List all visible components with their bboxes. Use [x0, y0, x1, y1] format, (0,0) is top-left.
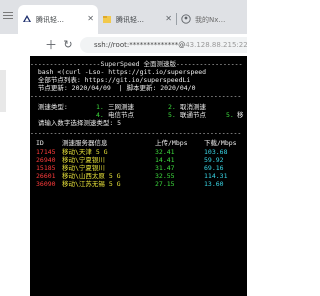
address-bar[interactable]: ssh://root:**************@43.128.88.215:…	[80, 37, 247, 53]
header-download: 下载/Mbps	[204, 139, 237, 147]
row-id: 15185	[36, 164, 56, 172]
tab-label: 我的Nx…	[195, 15, 226, 24]
row-id: 26601	[36, 172, 56, 180]
option-4-label: 电信节点	[108, 111, 134, 119]
row-upload: 32.41	[155, 148, 175, 156]
new-tab-icon[interactable]: ＋	[44, 38, 58, 52]
row-server: 移动\江苏无锡 5 G	[62, 180, 121, 188]
row-id: 26940	[36, 156, 56, 164]
row-upload: 27.15	[155, 180, 175, 188]
row-server: 移动\山西太原 5 G	[62, 172, 121, 180]
row-id: 17145	[36, 148, 56, 156]
row-upload: 31.47	[155, 164, 175, 172]
row-upload: 32.55	[155, 172, 175, 180]
row-download: 13.60	[204, 180, 224, 188]
menu-prefix: 测速类型:	[30, 103, 68, 111]
tab-label: 腾讯轻…	[36, 15, 64, 24]
option-1-label: 三网测速	[108, 103, 134, 111]
row-download: 59.92	[204, 156, 224, 164]
row-id: 36090	[36, 180, 56, 188]
left-panel	[0, 56, 30, 296]
option-1-num: 1.	[96, 103, 104, 111]
header-upload: 上传/Mbps	[155, 139, 188, 147]
scroll-indicator	[0, 70, 6, 112]
rule-mid: ----------------------------------------…	[30, 92, 242, 100]
rule-top: ------------------SuperSpeed 全面测速版------…	[30, 60, 243, 68]
option-5-num: 5.	[168, 111, 176, 119]
option-6-num: 5.	[226, 111, 234, 119]
tab-tencent-cloud-2[interactable]: 腾讯轻… ✕	[98, 5, 176, 34]
close-tab-icon[interactable]: ✕	[87, 14, 94, 24]
option-2-num: 2.	[168, 103, 176, 111]
row-server: 移动\宁夏银川	[62, 164, 105, 172]
row-upload: 14.41	[155, 156, 175, 164]
header-server: 测速服务器信息	[62, 139, 108, 147]
header-id: ID	[36, 139, 44, 147]
row-download: 69.16	[204, 164, 224, 172]
folder-icon	[103, 16, 111, 23]
speedtest-prompt: 请输入数字选择测速类型: 5	[30, 119, 122, 127]
row-server: 移动\天津 5 G	[62, 148, 108, 156]
option-2-label: 取消测速	[180, 103, 206, 111]
tencent-cloud-icon	[23, 15, 31, 22]
close-tab-icon[interactable]: ✕	[165, 14, 172, 24]
tab-my-nx[interactable]: 我的Nx…	[177, 5, 247, 34]
menu-icon-line	[3, 12, 13, 13]
url-prefix: ssh://root:**************@	[94, 41, 186, 49]
sidebar-toggle[interactable]	[0, 0, 18, 34]
node-list-line: 全部节点列表: https://git.io/superspeedLi	[30, 76, 191, 84]
row-server: 移动\宁夏银川	[62, 156, 105, 164]
install-line: bash <(curl -Lso- https://git.io/supersp…	[30, 68, 207, 76]
rule-bottom: ----------------------------------------…	[30, 129, 242, 137]
url-host: 43.128.88.215:22/	[185, 41, 247, 49]
menu-icon-line	[3, 15, 13, 16]
menu-icon-line	[3, 18, 13, 19]
user-icon	[181, 14, 191, 24]
update-line: 节点更新: 2020/04/09 | 脚本更新: 2020/04/0	[30, 84, 196, 92]
row-download: 114.31	[204, 172, 228, 180]
row-download: 103.68	[204, 148, 228, 156]
tab-label: 腾讯轻…	[116, 15, 144, 24]
option-4-num: 4.	[96, 111, 104, 119]
option-6-label: 移	[237, 111, 244, 119]
option-5-label: 联通节点	[180, 111, 206, 119]
reload-icon[interactable]: ↻	[61, 38, 75, 52]
terminal[interactable]: ------------------SuperSpeed 全面测速版------…	[30, 56, 247, 296]
tab-tencent-cloud-1[interactable]: 腾讯轻… ✕	[18, 5, 98, 34]
